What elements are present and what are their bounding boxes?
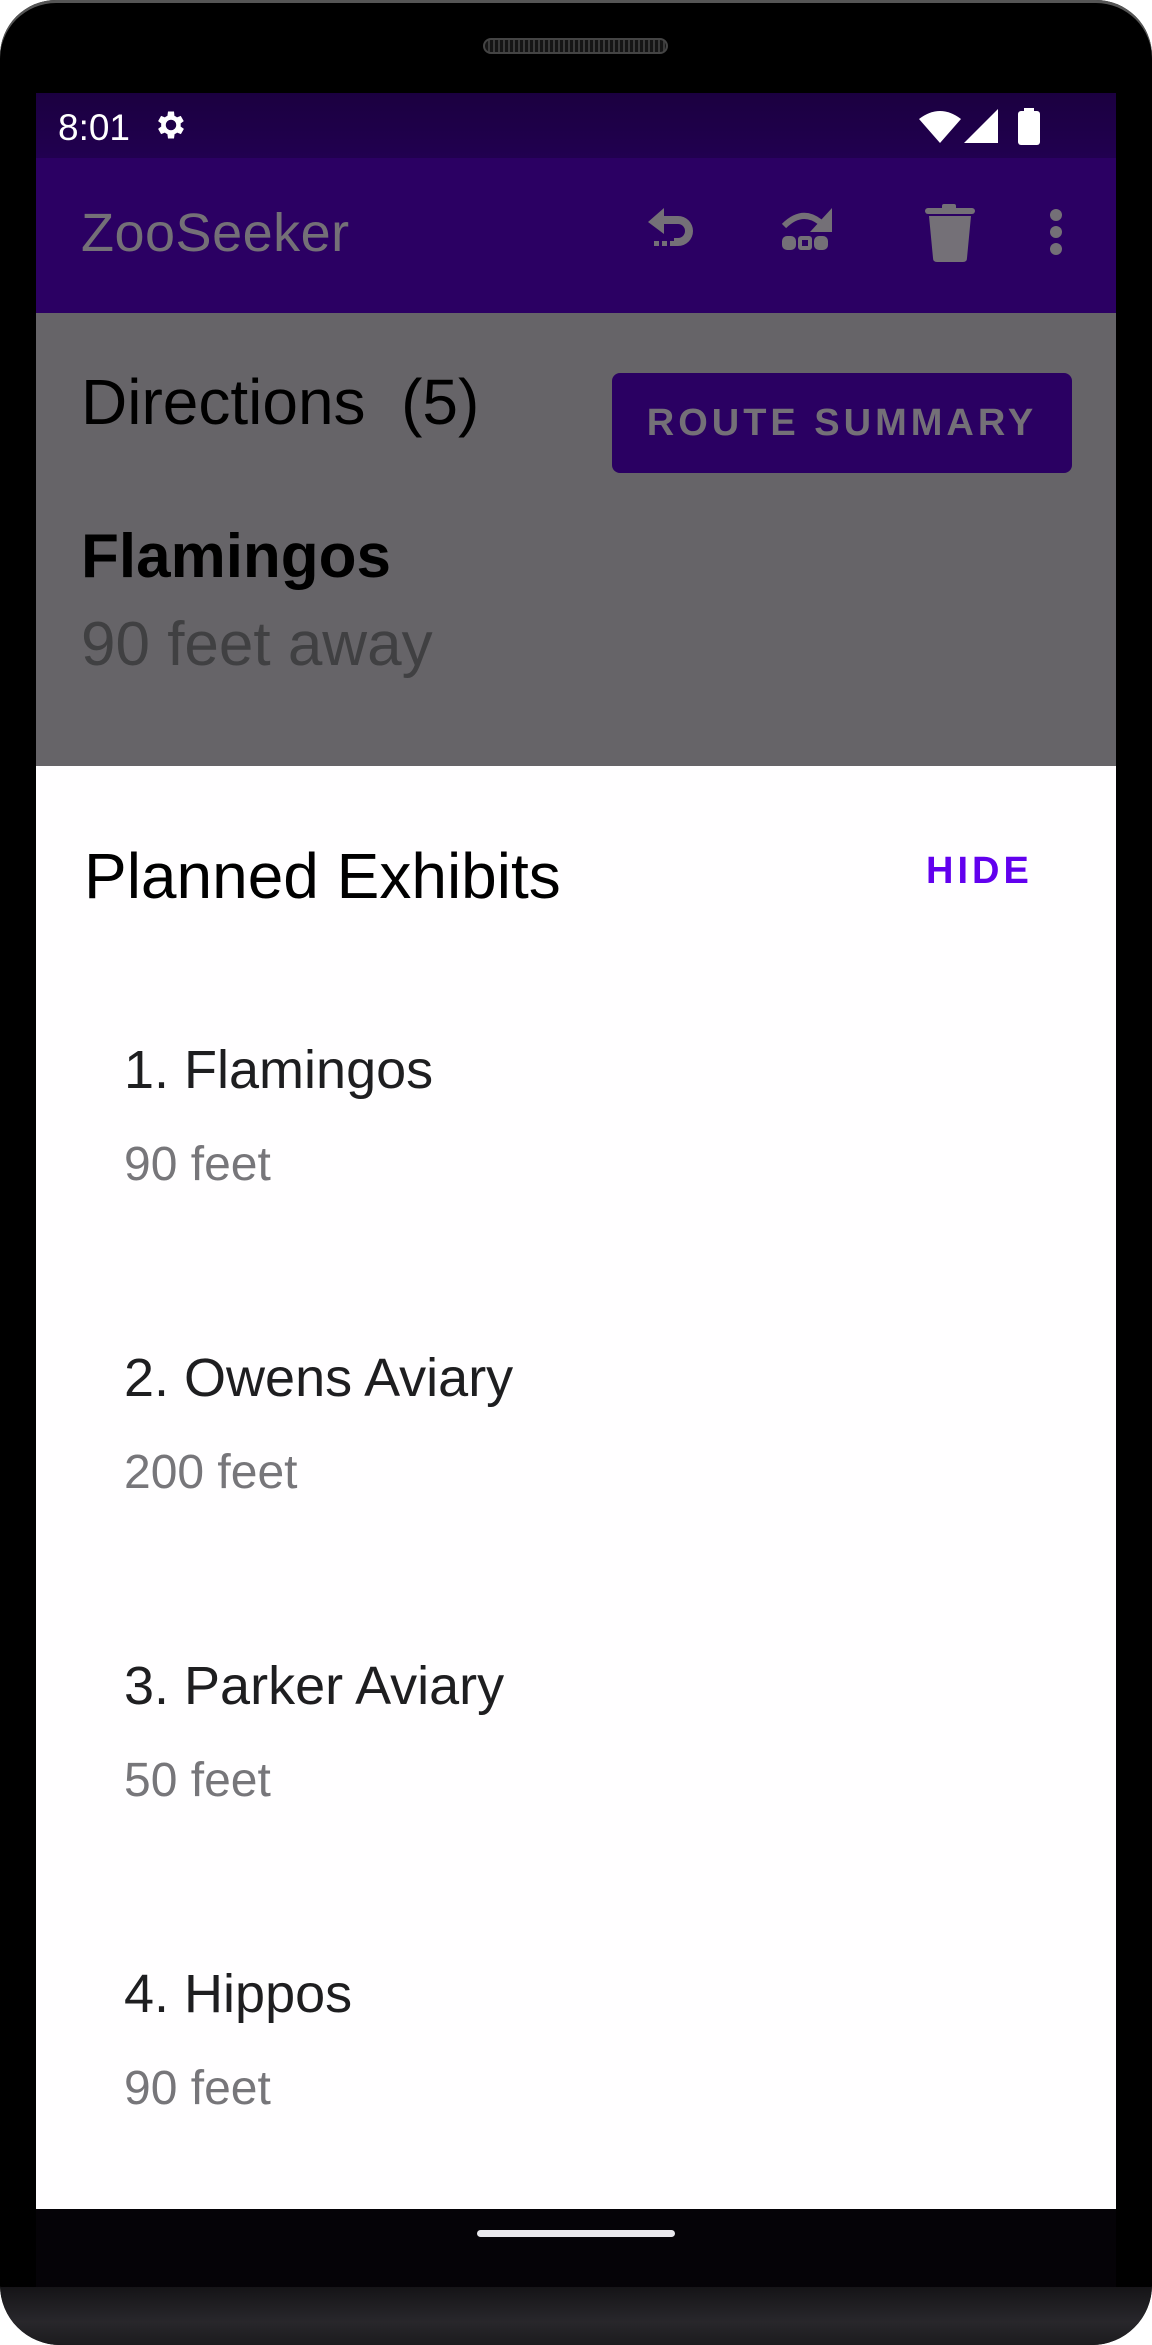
directions-panel: Directions (5) ROUTE SUMMARY Flamingos 9… [36, 313, 1116, 766]
delete-icon[interactable] [916, 202, 980, 266]
app-title: ZooSeeker [81, 203, 350, 263]
exhibit-distance: 200 feet [124, 1446, 298, 1499]
screen: 8:01 ZooSeeker Directions (5) ROUTE SUMM… [36, 93, 1116, 2209]
exhibit-distance: 90 feet [124, 2062, 271, 2115]
exhibit-name: 2. Owens Aviary [124, 1348, 514, 1408]
exhibit-name: 3. Parker Aviary [124, 1656, 505, 1716]
planned-exhibits-sheet: Planned Exhibits HIDE 1. Flamingos 90 fe… [36, 766, 1116, 2209]
status-time: 8:01 [58, 107, 131, 148]
directions-title: Directions (5) [81, 366, 480, 438]
more-options-icon[interactable] [1036, 202, 1076, 266]
route-summary-button[interactable]: ROUTE SUMMARY [612, 373, 1072, 473]
app-toolbar: ZooSeeker [36, 158, 1116, 313]
wifi-icon [919, 111, 961, 143]
exhibit-name: 4. Hippos [124, 1964, 353, 2024]
list-item[interactable]: 3. Parker Aviary 50 feet [124, 1655, 1024, 1935]
skip-next-icon[interactable] [776, 202, 840, 266]
current-exhibit-distance: 90 feet away [81, 610, 433, 679]
current-exhibit-name: Flamingos [81, 522, 392, 591]
cell-signal-icon [964, 109, 998, 143]
previous-step-icon[interactable] [640, 202, 704, 266]
battery-icon [1018, 108, 1040, 145]
list-item[interactable]: 1. Flamingos 90 feet [124, 1039, 1024, 1319]
settings-gear-icon [158, 111, 184, 139]
home-indicator[interactable] [477, 2230, 675, 2237]
list-item[interactable]: 2. Owens Aviary 200 feet [124, 1347, 1024, 1627]
planned-exhibits-title: Planned Exhibits [84, 840, 561, 912]
device-chin [0, 2287, 1152, 2345]
list-item[interactable]: 4. Hippos 90 feet [124, 1963, 1024, 2209]
device-frame: 8:01 ZooSeeker Directions (5) ROUTE SUMM… [0, 0, 1152, 2345]
hide-button[interactable]: HIDE [926, 850, 1033, 893]
exhibit-name: 1. Flamingos [124, 1040, 434, 1100]
exhibit-distance: 90 feet [124, 1138, 271, 1191]
exhibit-distance: 50 feet [124, 1754, 271, 1807]
gesture-nav-bar [36, 2209, 1116, 2287]
status-bar: 8:01 [36, 93, 1116, 158]
speaker-grille [483, 38, 668, 54]
